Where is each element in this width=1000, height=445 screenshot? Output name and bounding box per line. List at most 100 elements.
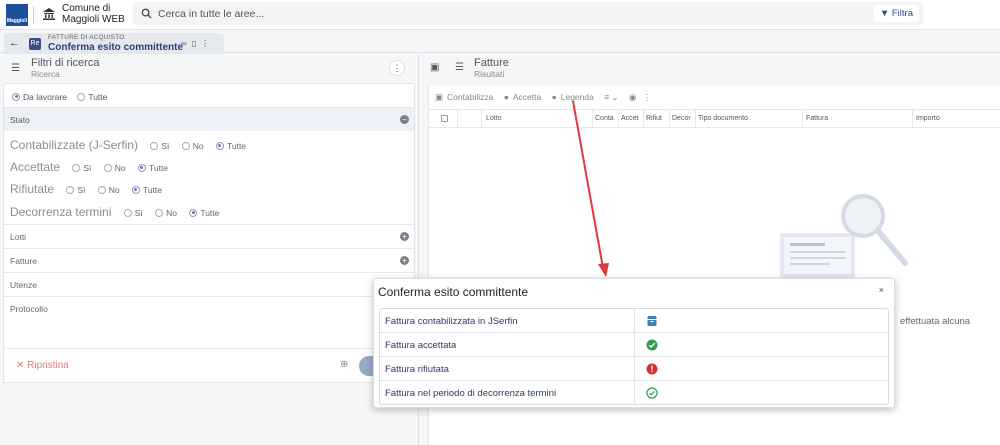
filter-button[interactable]: ▼ Filtra — [873, 5, 919, 22]
column-lotto[interactable]: Lotto — [486, 115, 502, 122]
tab-actions[interactable]: ∞▯⋮ — [181, 39, 214, 48]
section-fatture[interactable]: Fatture + — [4, 248, 414, 272]
zoom-icon[interactable]: ⊕ — [340, 359, 348, 370]
expand-icon[interactable]: + — [400, 232, 409, 241]
radio-no[interactable]: No — [181, 141, 204, 151]
error-circle-icon — [646, 363, 658, 375]
radio-tutte[interactable]: Tutte — [189, 208, 219, 218]
archive-icon: ▣ — [435, 92, 444, 102]
radio-dot[interactable] — [131, 185, 140, 194]
panel-toggle-icon[interactable]: ▣ — [430, 62, 439, 73]
filter-label: Contabilizzate (J-Serfin) — [10, 138, 139, 152]
column-accet[interactable]: Accet — [621, 115, 639, 122]
section-utenze[interactable]: Utenze — [4, 272, 414, 296]
radio-dot[interactable] — [215, 141, 224, 150]
radio-label: No — [192, 141, 204, 151]
collapse-icon[interactable]: − — [400, 115, 409, 124]
filters-more-icon[interactable]: ⋮ — [389, 60, 405, 76]
section-stato[interactable]: Stato − — [4, 107, 414, 131]
table-header: Lotto Conta Accet Rifiut Decor Tipo docu… — [429, 109, 1000, 129]
reset-label: Ripristina — [27, 360, 69, 371]
search-input[interactable] — [158, 5, 808, 22]
radio-no[interactable]: No — [103, 163, 126, 173]
menu-icon: ≡ ⌄ — [604, 92, 619, 102]
filter-decorrenza: Decorrenza termini Sì No Tutte — [10, 205, 219, 219]
eye-icon[interactable]: ◉ — [629, 92, 636, 102]
radio-si[interactable]: Sì — [72, 163, 91, 173]
radio-label: Sì — [77, 185, 86, 195]
divider — [33, 6, 34, 24]
column-rifiut[interactable]: Rifiut — [646, 115, 662, 122]
section-protocollo[interactable]: Protocollo — [4, 296, 414, 320]
radio-tutte[interactable]: Tutte — [137, 163, 168, 173]
radio-tutte[interactable]: Tutte — [77, 92, 107, 102]
radio-dot[interactable] — [155, 208, 164, 217]
radio-dot[interactable] — [181, 141, 190, 150]
radio-si[interactable]: Sì — [66, 185, 85, 195]
columns-menu[interactable]: ≡ ⌄ — [604, 92, 622, 102]
legend-row: Fattura rifiutata — [380, 357, 888, 381]
radio-dot[interactable] — [189, 208, 198, 217]
close-icon[interactable]: × — [879, 285, 884, 295]
radio-dot[interactable] — [77, 92, 86, 101]
radio-dot[interactable] — [123, 208, 132, 217]
check-circle-icon — [646, 339, 658, 351]
filter-label: Accettate — [10, 160, 61, 174]
legend-row: Fattura accettata — [380, 333, 888, 357]
radio-label: No — [166, 208, 177, 218]
radio-dot[interactable] — [72, 163, 81, 172]
legenda-button[interactable]: ● Legenda — [552, 92, 598, 102]
column-tipo-documento[interactable]: Tipo documento — [698, 115, 748, 122]
app-name[interactable]: Comune di Maggioli WEB — [62, 3, 132, 25]
radio-dot[interactable] — [66, 185, 75, 194]
radio-label: Sì — [134, 208, 143, 218]
section-lotti[interactable]: Lotti + — [4, 224, 414, 248]
radio-si[interactable]: Sì — [123, 208, 143, 218]
column-fattura[interactable]: Fattura — [806, 115, 828, 122]
legend-label: Fattura rifiutata — [385, 364, 449, 375]
filter-list-icon: ☰ — [11, 63, 20, 74]
link-icon[interactable]: ∞ — [181, 39, 192, 48]
section-label: Utenze — [10, 280, 37, 290]
radio-dot[interactable] — [150, 141, 159, 150]
radio-no[interactable]: No — [97, 185, 120, 195]
column-importo[interactable]: Importo — [916, 115, 940, 122]
column-decor[interactable]: Decor — [672, 115, 691, 122]
global-search: ▼ Filtra — [133, 2, 923, 25]
scope-radio-group: Da lavorare Tutte — [12, 92, 115, 102]
reset-button[interactable]: ✕ Ripristina — [16, 360, 69, 371]
radio-si[interactable]: Sì — [150, 141, 169, 151]
section-label: Lotti — [10, 232, 27, 242]
radio-label: Tutte — [88, 92, 108, 102]
col-divider — [634, 333, 635, 357]
expand-icon[interactable]: + — [400, 256, 409, 265]
search-filters-panel: ☰ Filtri di ricerca Ricerca ⋮ Da lavorar… — [3, 54, 416, 445]
back-arrow-icon[interactable]: ← — [9, 37, 20, 49]
column-conta[interactable]: Conta — [595, 115, 614, 122]
bookmark-icon[interactable]: ▯ — [192, 39, 201, 48]
col-divider — [912, 110, 913, 129]
tab-section: FATTURE DI ACQUISTO — [48, 34, 125, 41]
legend-label: Fattura contabilizzata in JSerfin — [385, 316, 518, 327]
contabilizza-button[interactable]: ▣ Contabilizza — [435, 92, 497, 102]
accetta-label: Accetta — [512, 92, 542, 102]
radio-dot[interactable] — [97, 185, 106, 194]
filter-contabilizzate: Contabilizzate (J-Serfin) Sì No Tutte — [10, 138, 246, 152]
radio-da-lavorare[interactable]: Da lavorare — [12, 92, 67, 102]
more-icon[interactable]: ⋮ — [643, 92, 652, 102]
tab-conferma-esito[interactable]: ← Re FATTURE DI ACQUISTO Conferma esito … — [4, 33, 224, 54]
radio-dot[interactable] — [137, 163, 146, 172]
more-icon[interactable]: ⋮ — [201, 39, 214, 48]
radio-tutte[interactable]: Tutte — [215, 141, 246, 151]
empty-state-illustration — [780, 194, 908, 278]
col-divider — [634, 309, 635, 333]
radio-dot[interactable] — [12, 92, 20, 101]
radio-no[interactable]: No — [155, 208, 177, 218]
search-icon — [141, 8, 152, 19]
col-divider — [592, 110, 593, 129]
radio-tutte[interactable]: Tutte — [131, 185, 162, 195]
select-all-checkbox[interactable] — [441, 115, 448, 122]
radio-dot[interactable] — [103, 163, 112, 172]
maggioli-logo[interactable]: Maggioli — [6, 4, 28, 26]
accetta-button[interactable]: ● Accetta — [504, 92, 546, 102]
